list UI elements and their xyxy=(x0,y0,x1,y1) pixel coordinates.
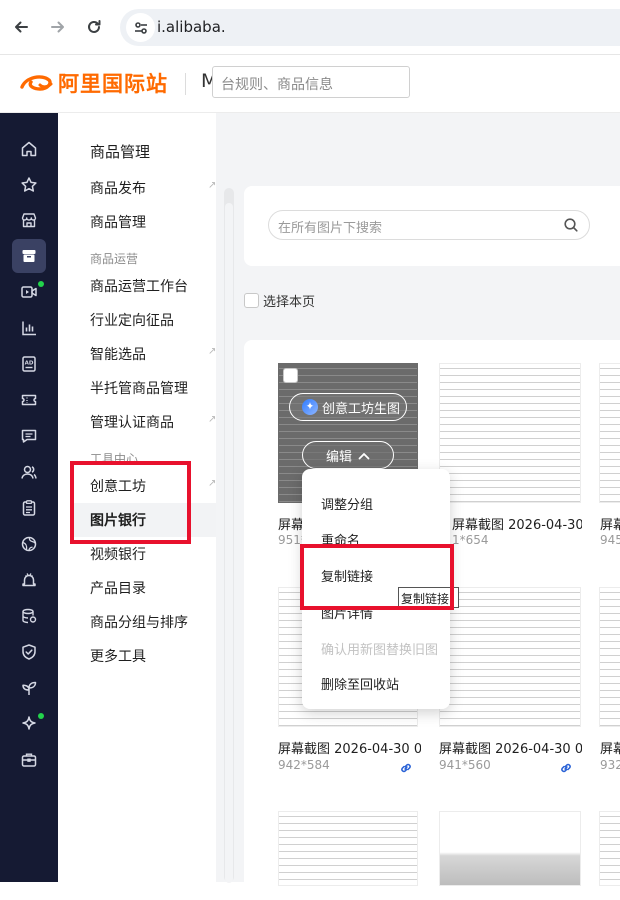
menu-option-regroup[interactable]: 调整分组 xyxy=(321,494,373,513)
logo-text: 阿里国际站 xyxy=(58,72,168,96)
image-name: 屏幕 xyxy=(600,518,620,533)
select-page-checkbox[interactable] xyxy=(244,293,259,308)
arrow-right-icon[interactable] xyxy=(45,14,71,40)
menu-option-delete[interactable]: 删除至回收站 xyxy=(321,674,399,693)
reload-icon[interactable] xyxy=(81,14,107,40)
image-name: 屏幕 xyxy=(600,742,620,757)
image-dimensions: 932 xyxy=(600,758,620,772)
browser-toolbar: i.alibaba. xyxy=(0,0,620,55)
shield-icon[interactable] xyxy=(12,635,46,669)
image-thumbnail[interactable] xyxy=(439,811,581,886)
box-icon[interactable] xyxy=(12,239,46,273)
link-icon[interactable] xyxy=(399,760,413,779)
svg-text:AD: AD xyxy=(25,361,34,367)
bar-chart-icon[interactable] xyxy=(12,311,46,345)
select-page-control[interactable]: 选择本页 xyxy=(244,291,315,310)
image-thumbnail[interactable] xyxy=(599,811,620,886)
menu-item-more[interactable]: 更多工具 xyxy=(90,646,146,666)
annotation-box-copy-link xyxy=(300,544,454,610)
menu-item-grouping[interactable]: 商品分组与排序 xyxy=(90,612,188,632)
people-icon[interactable] xyxy=(12,455,46,489)
image-thumbnail[interactable] xyxy=(278,811,418,886)
icon-rail: AD xyxy=(0,113,58,882)
image-thumbnail[interactable] xyxy=(599,587,620,727)
image-thumbnail[interactable] xyxy=(599,363,620,503)
image-thumbnail[interactable] xyxy=(439,363,581,503)
search-panel: 在所有图片下搜索 xyxy=(244,186,620,266)
image-dimensions: 942*584 xyxy=(278,758,330,772)
globe-icon[interactable] xyxy=(12,527,46,561)
menu-item-video-bank[interactable]: 视频银行 xyxy=(90,544,146,564)
header-search-input[interactable]: 台规则、商品信息 xyxy=(212,66,410,98)
menu-item-catalog[interactable]: 产品目录 xyxy=(90,578,146,598)
select-page-label: 选择本页 xyxy=(263,295,316,310)
image-name: 屏幕 xyxy=(278,518,302,533)
edit-button[interactable]: 编辑 xyxy=(302,441,394,469)
address-bar[interactable]: i.alibaba. xyxy=(120,9,620,46)
menu-item-manage[interactable]: 商品管理 xyxy=(90,212,146,232)
header-search-placeholder: 台规则、商品信息 xyxy=(221,77,333,93)
clipboard-icon[interactable] xyxy=(12,491,46,525)
menu-item-industry[interactable]: 行业定向征品 xyxy=(90,310,174,330)
store-icon[interactable] xyxy=(12,203,46,237)
image-name: 屏幕截图 2026-04-30 0... xyxy=(439,742,582,757)
image-dimensions: 1*654 xyxy=(452,533,489,547)
image-search-placeholder: 在所有图片下搜索 xyxy=(278,221,383,236)
image-name: 屏幕截图 2026-04-30 0... xyxy=(278,742,421,757)
message-icon[interactable] xyxy=(12,419,46,453)
image-dimensions: 945 xyxy=(600,533,620,547)
image-search-input[interactable]: 在所有图片下搜索 xyxy=(268,210,590,240)
notification-dot xyxy=(38,713,44,719)
home-icon[interactable] xyxy=(12,132,46,166)
image-select-checkbox[interactable] xyxy=(283,368,298,383)
notification-dot xyxy=(38,281,44,287)
edit-label: 编辑 xyxy=(325,449,352,465)
creative-studio-button[interactable]: 创意工坊生图 xyxy=(289,393,407,421)
menu-group-ops: 商品运营 xyxy=(90,252,139,266)
ticket-icon[interactable] xyxy=(12,383,46,417)
menu-item-publish[interactable]: 商品发布 xyxy=(90,178,146,198)
bell-icon[interactable] xyxy=(12,563,46,597)
menu-option-replace: 确认用新图替换旧图 xyxy=(321,643,439,658)
menu-item-smart[interactable]: 智能选品 xyxy=(90,344,146,364)
site-header: 阿里国际站 M 台规则、商品信息 xyxy=(0,55,620,113)
sprout-icon[interactable] xyxy=(12,671,46,705)
alibaba-logo[interactable]: 阿里国际站 xyxy=(18,68,168,98)
search-icon[interactable] xyxy=(563,217,579,237)
database-icon[interactable] xyxy=(12,599,46,633)
menu-item-certified[interactable]: 管理认证商品 xyxy=(90,412,174,432)
star-icon[interactable] xyxy=(12,168,46,202)
arrow-left-icon[interactable] xyxy=(8,14,34,40)
tune-icon[interactable] xyxy=(126,13,155,42)
alibaba-logo-mark xyxy=(20,75,53,91)
menu-item-workbench[interactable]: 商品运营工作台 xyxy=(90,276,188,296)
menu-item-semi[interactable]: 半托管商品管理 xyxy=(90,378,188,398)
url-text: i.alibaba. xyxy=(157,18,226,36)
link-icon[interactable] xyxy=(559,760,573,779)
scrollbar-thumb[interactable] xyxy=(225,203,233,883)
ad-icon[interactable]: AD xyxy=(12,347,46,381)
chevron-up-icon xyxy=(358,446,370,465)
header-divider xyxy=(185,73,186,95)
creative-studio-label: 创意工坊生图 xyxy=(322,401,401,417)
briefcase-icon[interactable] xyxy=(12,743,46,777)
image-thumbnail[interactable] xyxy=(439,587,581,727)
image-dimensions: 941*560 xyxy=(439,758,491,772)
annotation-box-image-bank xyxy=(70,461,191,544)
sparkle-icon xyxy=(302,399,318,415)
image-name: 屏幕截图 2026-04-30 1... xyxy=(452,518,582,533)
menu-title: 商品管理 xyxy=(90,143,151,161)
